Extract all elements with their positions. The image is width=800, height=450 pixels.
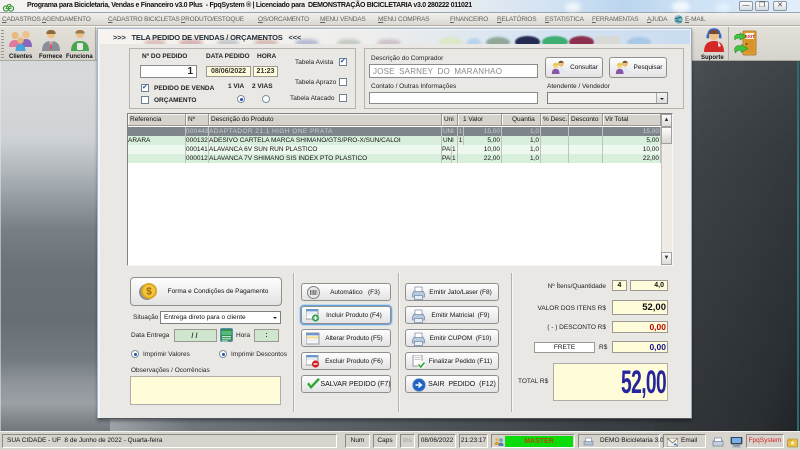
svg-text:$: $ <box>146 287 152 298</box>
